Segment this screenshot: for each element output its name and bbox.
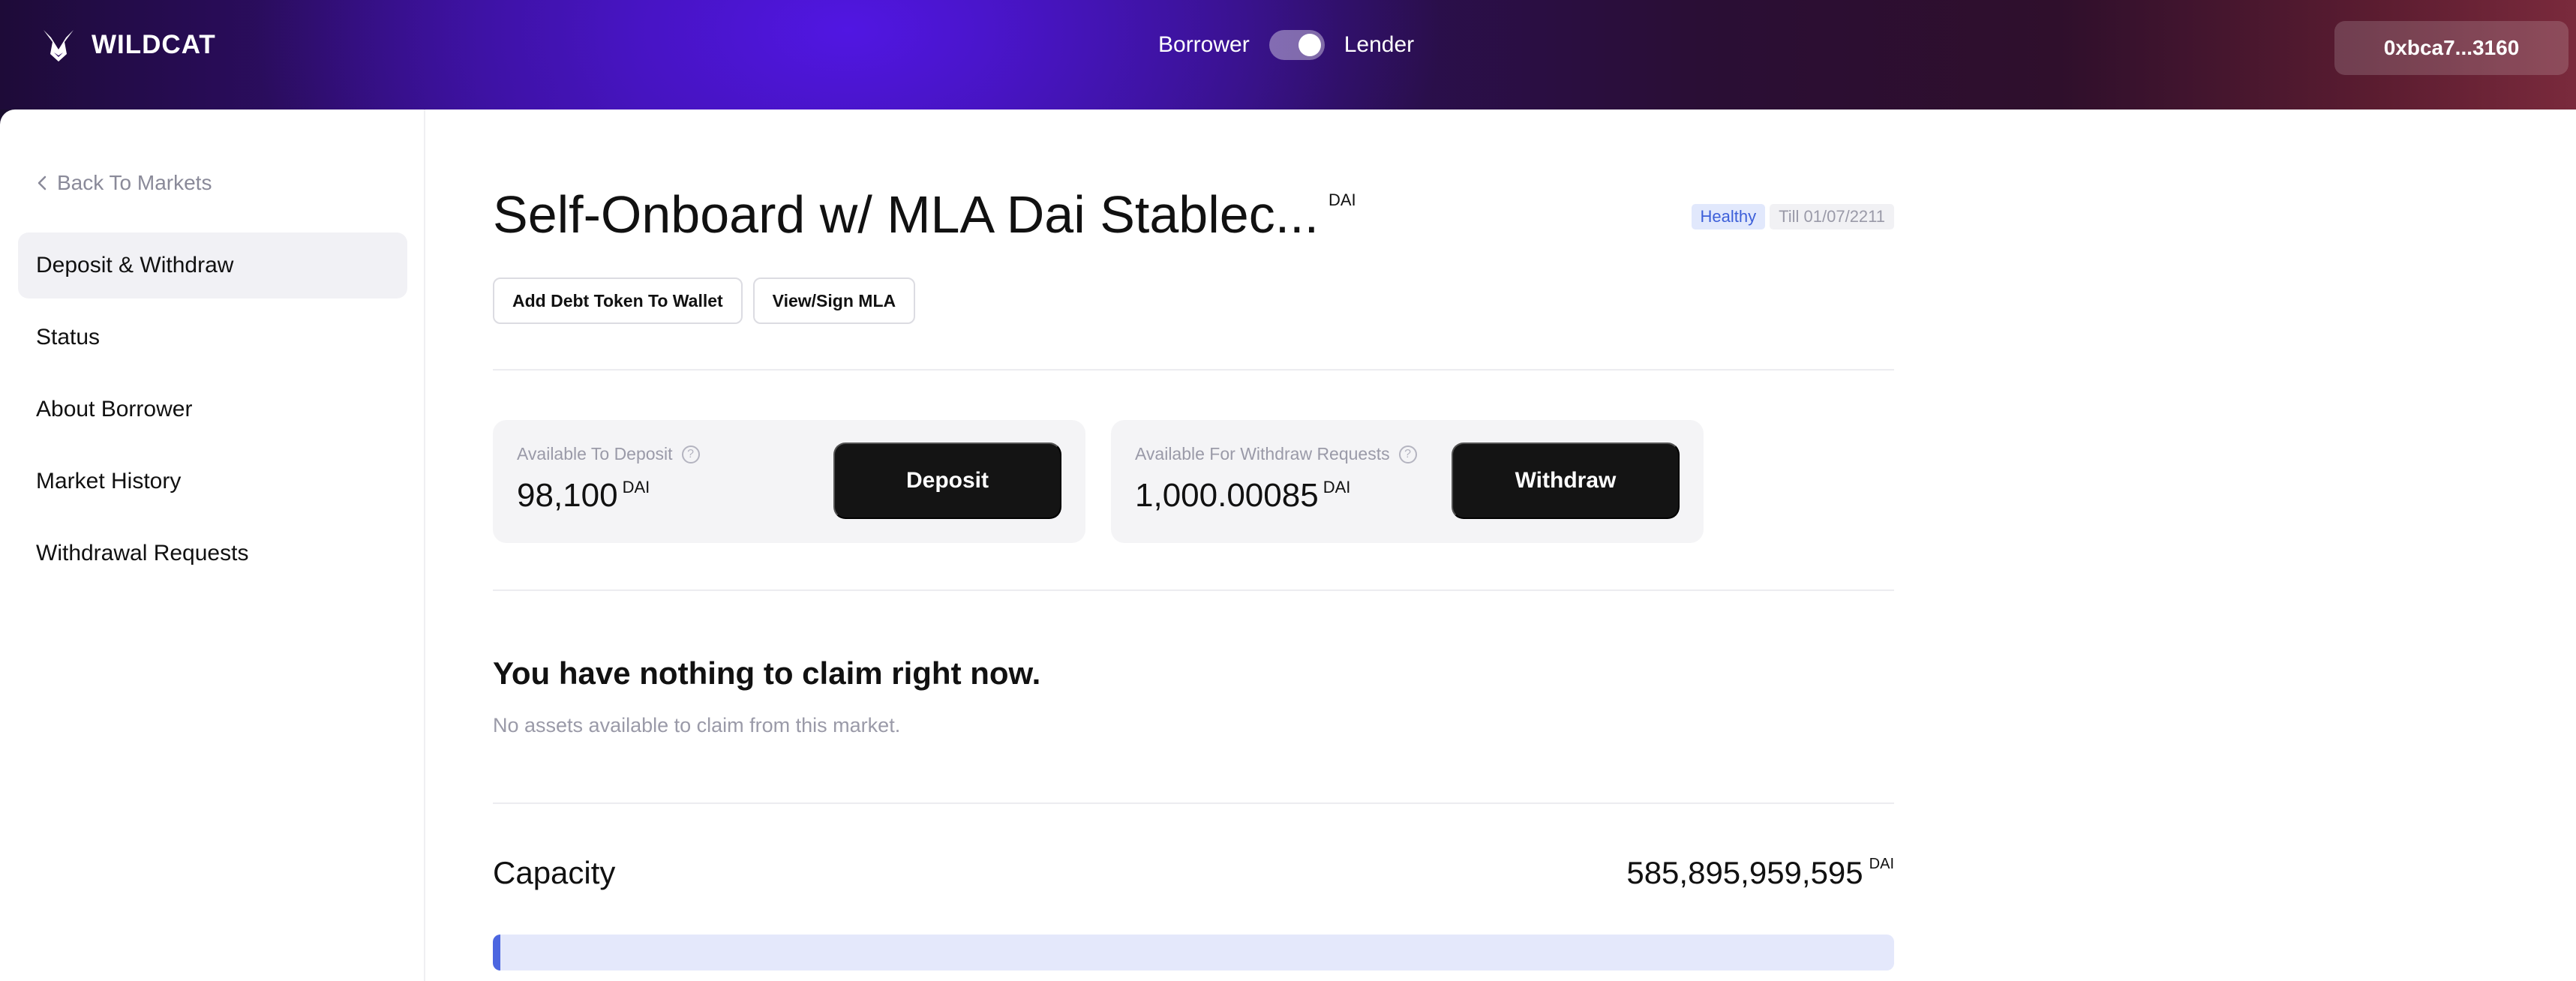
view-sign-mla-button[interactable]: View/Sign MLA bbox=[752, 278, 916, 324]
role-switch[interactable] bbox=[1268, 30, 1325, 60]
sidebar-item-status[interactable]: Status bbox=[18, 304, 407, 370]
borrower-label[interactable]: Borrower bbox=[1158, 32, 1250, 58]
term-badge: Till 01/07/2211 bbox=[1770, 204, 1894, 230]
main-panel: Back To Markets Deposit & Withdraw Statu… bbox=[0, 110, 2576, 981]
sidebar-item-withdrawal-requests[interactable]: Withdrawal Requests bbox=[18, 520, 407, 586]
market-actions: Add Debt Token To Wallet View/Sign MLA bbox=[493, 278, 916, 324]
deposit-label-text: Available To Deposit bbox=[517, 444, 673, 464]
sidebar-nav: Deposit & Withdraw Status About Borrower… bbox=[18, 232, 407, 592]
help-icon[interactable]: ? bbox=[1398, 445, 1417, 464]
chevron-left-icon bbox=[38, 176, 47, 190]
claim-subtitle: No assets available to claim from this m… bbox=[493, 714, 901, 736]
sidebar-item-about-borrower[interactable]: About Borrower bbox=[18, 376, 407, 442]
capacity-progress-fill bbox=[493, 934, 500, 970]
back-to-markets-link[interactable]: Back To Markets bbox=[36, 171, 212, 195]
divider bbox=[493, 590, 1894, 591]
wildcat-logo-icon bbox=[44, 30, 74, 62]
deposit-amount-value: 98,100 bbox=[517, 477, 618, 514]
lender-label[interactable]: Lender bbox=[1344, 32, 1414, 58]
help-icon[interactable]: ? bbox=[681, 445, 700, 464]
claim-title: You have nothing to claim right now. bbox=[493, 656, 1041, 691]
wallet-button[interactable]: 0xbca7...3160 bbox=[2334, 21, 2568, 75]
capacity-value: 585,895,959,595 DAI bbox=[1626, 855, 1894, 891]
capacity-amount: 585,895,959,595 bbox=[1626, 855, 1863, 890]
divider bbox=[493, 802, 1894, 804]
capacity-label: Capacity bbox=[493, 855, 616, 890]
withdraw-label-text: Available For Withdraw Requests bbox=[1135, 444, 1390, 464]
deposit-card-label: Available To Deposit ? bbox=[517, 444, 700, 464]
top-bar: WILDCAT Borrower Lender 0xbca7...3160 bbox=[0, 0, 2576, 110]
sidebar-item-deposit-withdraw[interactable]: Deposit & Withdraw bbox=[18, 232, 407, 298]
deposit-amount-unit: DAI bbox=[622, 478, 650, 496]
withdraw-amount: 1,000.00085 DAI bbox=[1135, 477, 1350, 514]
sidebar-item-market-history[interactable]: Market History bbox=[18, 448, 407, 514]
back-label: Back To Markets bbox=[57, 171, 212, 194]
add-debt-token-button[interactable]: Add Debt Token To Wallet bbox=[493, 278, 743, 324]
title-row: Self-Onboard w/ MLA Dai Stablec... DAI H… bbox=[493, 184, 1894, 252]
withdraw-amount-unit: DAI bbox=[1323, 478, 1351, 496]
status-badges: Healthy Till 01/07/2211 bbox=[1691, 204, 1894, 230]
switch-knob bbox=[1298, 34, 1321, 56]
withdraw-button[interactable]: Withdraw bbox=[1452, 442, 1680, 519]
capacity-unit: DAI bbox=[1869, 856, 1894, 872]
deposit-button[interactable]: Deposit bbox=[833, 442, 1061, 519]
logo[interactable]: WILDCAT bbox=[41, 27, 216, 63]
divider bbox=[493, 369, 1894, 370]
role-toggle: Borrower Lender bbox=[1158, 30, 1414, 60]
logo-text: WILDCAT bbox=[92, 30, 216, 59]
page-title: Self-Onboard w/ MLA Dai Stablec... bbox=[493, 185, 1320, 244]
deposit-card: Available To Deposit ? 98,100 DAI Deposit bbox=[493, 420, 1085, 543]
deposit-amount: 98,100 DAI bbox=[517, 477, 650, 514]
sidebar: Back To Markets Deposit & Withdraw Statu… bbox=[0, 110, 425, 981]
capacity-progress-bar bbox=[493, 934, 1894, 970]
withdraw-card: Available For Withdraw Requests ? 1,000.… bbox=[1111, 420, 1704, 543]
asset-symbol: DAI bbox=[1329, 190, 1356, 209]
health-badge: Healthy bbox=[1691, 204, 1766, 230]
withdraw-amount-value: 1,000.00085 bbox=[1135, 477, 1319, 514]
withdraw-card-label: Available For Withdraw Requests ? bbox=[1135, 444, 1417, 464]
